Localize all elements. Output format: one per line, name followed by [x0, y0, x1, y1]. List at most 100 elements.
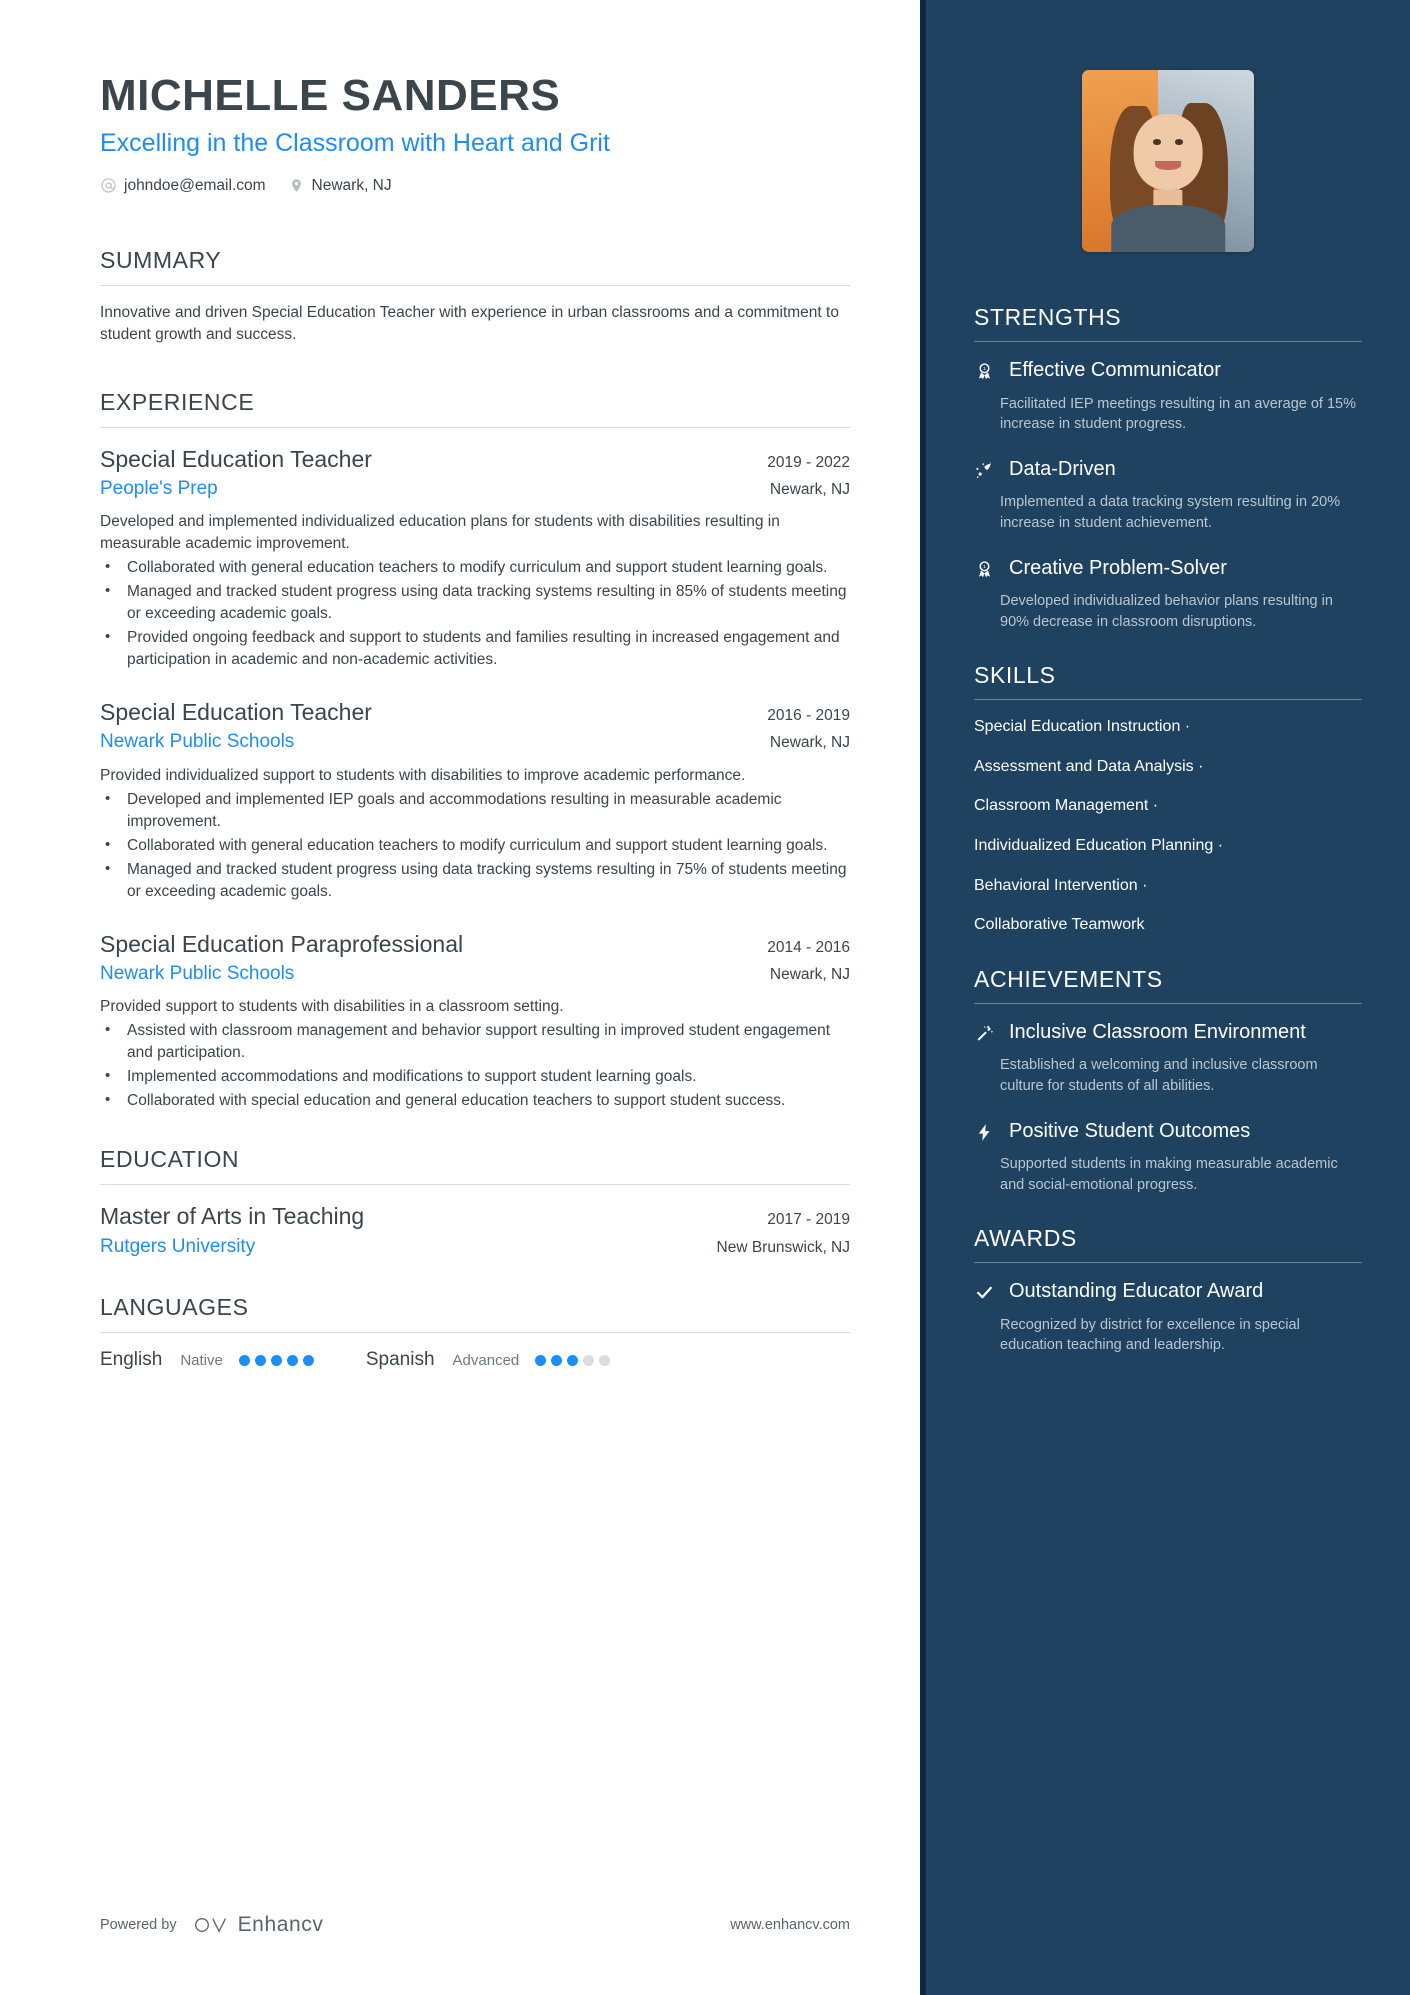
skill-item: Individualized Education Planning · [974, 835, 1362, 857]
rocket-trajectory-icon [974, 457, 995, 488]
entry-organization[interactable]: Newark Public Schools [100, 960, 294, 988]
strengths-heading: STRENGTHS [974, 304, 1122, 330]
languages-list: English Native Spanish Advanced [100, 1349, 850, 1371]
svg-text:1: 1 [983, 366, 986, 372]
entry-organization[interactable]: People's Prep [100, 475, 218, 503]
strengths-item-description: Developed individualized behavior plans … [1000, 593, 1333, 630]
enhancv-logo: Enhancv [193, 1913, 324, 1937]
experience-entry: Special Education Paraprofessional 2014 … [100, 929, 850, 1113]
skill-separator: · [1198, 757, 1204, 775]
proficiency-dot [535, 1354, 547, 1366]
proficiency-dot [583, 1354, 595, 1366]
languages-heading: LANGUAGES [100, 1294, 249, 1321]
skill-item: Special Education Instruction · [974, 716, 1362, 738]
footer-brand-group: Powered by Enhancv [100, 1913, 324, 1937]
divider [100, 1332, 850, 1334]
language-item: Spanish Advanced [365, 1349, 611, 1371]
entry-location: New Brunswick, NJ [716, 1238, 851, 1256]
education-entry: Master of Arts in Teaching 2017 - 2019 R… [100, 1201, 850, 1260]
strengths-item-title: Data-Driven [1009, 457, 1116, 480]
strengths-item-description: Implemented a data tracking system resul… [1000, 494, 1341, 531]
strengths-item-title: Effective Communicator [1009, 359, 1221, 381]
awards-heading: AWARDS [974, 1225, 1077, 1252]
svg-text:1: 1 [983, 564, 986, 570]
contact-email[interactable]: johndoe@email.com [100, 177, 266, 195]
list-item: Collaborated with special education and … [100, 1089, 850, 1112]
entry-date: 2014 - 2016 [767, 938, 850, 956]
strengths-item-description: Facilitated IEP meetings resulting in an… [1000, 395, 1356, 433]
education-heading: EDUCATION [100, 1146, 240, 1173]
entry-location: Newark, NJ [769, 480, 850, 498]
language-rating [535, 1354, 611, 1366]
awards-item: Outstanding Educator Award [974, 1279, 1362, 1310]
achievements-section: ACHIEVEMENTS Inclusive Classroom Environ… [974, 966, 1362, 1196]
achievements-item: Inclusive Classroom Environment [974, 1020, 1362, 1051]
location-pin-icon [288, 177, 305, 194]
experience-entry: Special Education Teacher 2016 - 2019 Ne… [100, 697, 850, 903]
proficiency-dot [238, 1354, 250, 1366]
contact-email-text: johndoe@email.com [124, 176, 266, 194]
entry-date: 2016 - 2019 [767, 707, 850, 725]
awards-list: Outstanding Educator Award Recognized by… [974, 1279, 1362, 1356]
proficiency-dot [270, 1354, 282, 1366]
sidebar: STRENGTHS 1 Effective Communicator Facil… [920, 0, 1410, 1995]
powered-by-label: Powered by [100, 1917, 177, 1933]
skill-item: Assessment and Data Analysis · [974, 756, 1362, 778]
resume-header: MICHELLE SANDERS Excelling in the Classr… [100, 72, 850, 195]
skill-separator: · [1217, 837, 1224, 855]
proficiency-dot [302, 1354, 314, 1366]
skill-separator: · [1142, 876, 1148, 894]
divider [100, 426, 850, 428]
awards-item-description: Recognized by district for excellence in… [1000, 1316, 1300, 1354]
divider [974, 699, 1362, 701]
brand-name: Enhancv [237, 1913, 324, 1936]
skill-label: Collaborative Teamwork [974, 916, 1145, 934]
skills-section: SKILLS Special Education Instruction · As… [974, 662, 1362, 936]
skill-item: Collaborative Teamwork [974, 914, 1362, 936]
contact-location: Newark, NJ [288, 177, 392, 195]
skill-separator: · [1184, 718, 1191, 736]
list-item: Managed and tracked student progress usi… [100, 858, 850, 903]
achievements-heading: ACHIEVEMENTS [974, 965, 1163, 992]
divider [974, 1002, 1362, 1004]
entry-organization[interactable]: Rutgers University [100, 1233, 255, 1261]
award-ribbon-icon: 1 [974, 556, 995, 587]
proficiency-dot [551, 1354, 563, 1366]
contact-location-text: Newark, NJ [311, 176, 392, 194]
experience-heading: EXPERIENCE [100, 388, 255, 415]
summary-text: Innovative and driven Special Education … [100, 303, 839, 344]
achievements-list: Inclusive Classroom Environment Establis… [974, 1020, 1362, 1196]
footer-website[interactable]: www.enhancv.com [730, 1917, 850, 1933]
magic-wand-icon [974, 1020, 995, 1051]
entry-organization[interactable]: Newark Public Schools [100, 728, 294, 756]
awards-item-title: Outstanding Educator Award [1009, 1280, 1264, 1303]
language-name: Spanish [365, 1349, 435, 1371]
entry-title: Special Education Teacher [100, 699, 372, 726]
strengths-item: 1 Effective Communicator [974, 358, 1362, 389]
list-item: Provided ongoing feedback and support to… [100, 626, 850, 671]
achievements-item-title: Positive Student Outcomes [1009, 1119, 1251, 1142]
strengths-item: 1 Creative Problem-Solver [974, 556, 1362, 587]
experience-entry: Special Education Teacher 2019 - 2022 Pe… [100, 444, 850, 672]
achievements-item: Positive Student Outcomes [974, 1119, 1362, 1150]
skills-list: Special Education Instruction · Assessmen… [974, 716, 1362, 936]
language-level: Native [180, 1351, 223, 1369]
list-item: Collaborated with general education teac… [100, 834, 850, 857]
proficiency-dot [567, 1354, 579, 1366]
list-item: Implemented accommodations and modificat… [100, 1065, 850, 1088]
education-section: EDUCATION Master of Arts in Teaching 201… [100, 1146, 850, 1260]
education-list: Master of Arts in Teaching 2017 - 2019 R… [100, 1201, 850, 1260]
email-at-icon [100, 177, 117, 194]
enhancv-mark-icon [194, 1918, 226, 1933]
proficiency-dot [599, 1354, 611, 1366]
avatar [1082, 70, 1254, 252]
summary-heading: SUMMARY [100, 246, 222, 273]
lightning-bolt-icon [974, 1119, 995, 1150]
list-item: Assisted with classroom management and b… [100, 1019, 850, 1064]
experience-list: Special Education Teacher 2019 - 2022 Pe… [100, 444, 850, 1113]
strengths-section: STRENGTHS 1 Effective Communicator Facil… [974, 304, 1362, 632]
divider [100, 284, 850, 286]
skill-item: Classroom Management · [974, 795, 1362, 817]
proficiency-dot [254, 1354, 266, 1366]
language-name: English [100, 1349, 163, 1371]
